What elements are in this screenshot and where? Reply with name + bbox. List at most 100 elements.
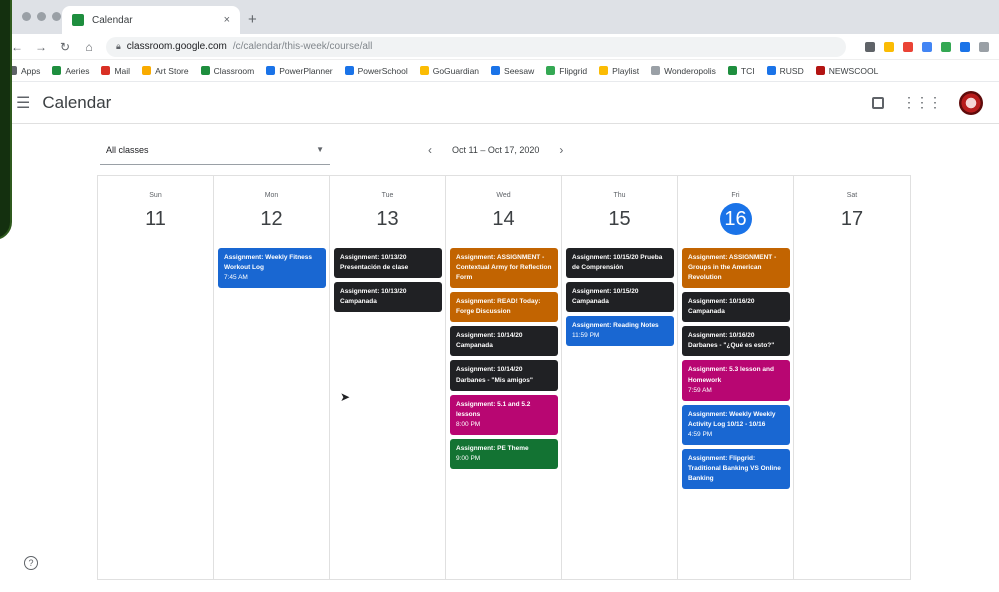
avatar[interactable] xyxy=(959,90,983,115)
event-title: Assignment: Weekly Weekly Activity Log 1… xyxy=(688,410,776,428)
assignment-event[interactable]: Assignment: 10/15/20 Campanada xyxy=(566,282,674,313)
date-number: 15 xyxy=(608,208,631,230)
assignment-event[interactable]: Assignment: 10/14/20 Campanada xyxy=(450,326,558,357)
assignment-event[interactable]: Assignment: Weekly Fitness Workout Log 7:… xyxy=(218,248,326,289)
day-column: Wed 14 Assignment: ASSIGNMENT - Contextual… xyxy=(446,176,562,579)
event-time: 4:59 PM xyxy=(688,430,713,438)
bookmark-icon xyxy=(200,66,210,75)
day-of-week: Mon xyxy=(264,192,279,199)
day-header: Fri 16 xyxy=(678,176,793,248)
assignment-event[interactable]: Assignment: 10/16/20 Darbanes - "¿Qué es… xyxy=(682,326,790,357)
url-host: classroom.google.com xyxy=(126,41,227,52)
dropdown-arrow-icon: ▼ xyxy=(316,145,324,154)
extension-icon[interactable] xyxy=(922,41,932,52)
bookmark-item[interactable]: Wonderopolis xyxy=(651,66,716,76)
minimize-window-icon[interactable] xyxy=(37,12,46,21)
assignment-event[interactable]: Assignment: Weekly Weekly Activity Log 1… xyxy=(682,404,790,445)
bookmark-icon xyxy=(727,66,737,75)
date-number: 11 xyxy=(145,208,166,230)
event-title: Assignment: 5.3 lesson and Homework xyxy=(688,366,774,384)
bookmark-item[interactable]: Seesaw xyxy=(491,66,534,76)
assignment-event[interactable]: Assignment: 5.1 and 5.2 lessons 8:00 PM xyxy=(450,394,558,435)
event-title: Assignment: 10/13/20 Presentación de cla… xyxy=(340,254,409,272)
back-icon[interactable]: ← xyxy=(10,40,24,54)
event-time: 7:59 AM xyxy=(688,386,712,394)
day-header: Wed 14 xyxy=(446,176,561,248)
bookmark-item[interactable]: Flipgrid xyxy=(546,66,587,76)
assignment-event[interactable]: Assignment: ASSIGNMENT - Groups in the A… xyxy=(682,248,790,289)
assignment-event[interactable]: Assignment: Reading Notes 11:59 PM xyxy=(566,316,674,347)
mouse-cursor-icon: ➤ xyxy=(340,390,351,404)
bookmark-item[interactable]: GoGuardian xyxy=(419,66,479,76)
bookmark-item[interactable]: Mail xyxy=(101,66,130,76)
event-title: Assignment: 10/16/20 Campanada xyxy=(688,298,755,316)
bookmark-item[interactable]: Art Store xyxy=(142,66,189,76)
event-time: 9:00 PM xyxy=(456,454,481,462)
week-range: Oct 11 – Oct 17, 2020 xyxy=(452,145,540,155)
event-title: Assignment: READ! Today: Forge Discussio… xyxy=(456,298,541,316)
extension-icon[interactable] xyxy=(941,41,951,52)
url-path: /c/calendar/this-week/course/all xyxy=(232,41,373,52)
bookmark-item[interactable]: NEWSCOOL xyxy=(815,66,878,76)
prev-week-icon[interactable]: ‹ xyxy=(428,143,432,157)
class-filter-select[interactable]: All classes ▼ xyxy=(100,135,330,165)
day-of-week: Wed xyxy=(496,192,511,199)
event-time: 11:59 PM xyxy=(572,332,600,340)
assignment-event[interactable]: Assignment: 10/13/20 Campanada xyxy=(334,282,442,313)
tab-calendar[interactable]: Calendar × xyxy=(62,6,240,34)
extension-icon[interactable] xyxy=(960,41,970,52)
menu-icon[interactable]: ☰ xyxy=(16,93,30,113)
event-time: 8:00 PM xyxy=(456,420,481,428)
bookmark-label: PowerSchool xyxy=(357,65,408,76)
calendar-icon[interactable] xyxy=(872,96,884,109)
next-week-icon[interactable]: › xyxy=(559,143,563,157)
bookmark-label: Playlist xyxy=(612,65,640,76)
maximize-window-icon[interactable] xyxy=(52,12,61,21)
puzzle-icon[interactable] xyxy=(979,41,989,52)
assignment-event[interactable]: Assignment: 10/15/20 Prueba de Comprensi… xyxy=(566,248,674,279)
reload-icon[interactable]: ↻ xyxy=(58,40,72,54)
extension-icon[interactable] xyxy=(903,41,913,52)
bookmark-star-icon[interactable] xyxy=(884,41,894,52)
date-number: 14 xyxy=(492,208,515,230)
bookmark-item[interactable]: Apps xyxy=(8,66,40,76)
forward-icon[interactable]: → xyxy=(34,40,48,54)
bookmark-item[interactable]: Aeries xyxy=(52,66,89,76)
event-title: Assignment: Weekly Fitness Workout Log xyxy=(224,254,313,272)
assignment-event[interactable]: Assignment: ASSIGNMENT - Contextual Army… xyxy=(450,248,558,289)
day-header: Sun 11 xyxy=(98,176,213,248)
day-column: Fri 16 Assignment: ASSIGNMENT - Groups in … xyxy=(678,176,794,579)
assignment-event[interactable]: Assignment: 10/14/20 Darbanes - "Mis ami… xyxy=(450,360,558,391)
close-window-icon[interactable] xyxy=(22,12,31,21)
new-tab-button[interactable]: + xyxy=(248,11,257,28)
apps-grid-icon[interactable]: ⋮⋮⋮ xyxy=(902,94,942,111)
event-title: Assignment: ASSIGNMENT - Contextual Army… xyxy=(456,254,552,282)
assignment-event[interactable]: Assignment: 10/16/20 Campanada xyxy=(682,292,790,323)
bookmark-item[interactable]: Playlist xyxy=(599,66,639,76)
close-tab-icon[interactable]: × xyxy=(224,14,230,26)
help-icon[interactable]: ? xyxy=(24,556,38,570)
assignment-event[interactable]: Assignment: READ! Today: Forge Discussio… xyxy=(450,292,558,323)
tab-strip: Calendar × + xyxy=(0,0,999,34)
bookmark-item[interactable]: PowerSchool xyxy=(344,65,408,76)
assignment-event[interactable]: Assignment: PE Theme 9:00 PM xyxy=(450,438,558,469)
day-of-week: Fri xyxy=(731,192,740,199)
home-icon[interactable]: ⌂ xyxy=(82,40,96,54)
event-title: Assignment: 10/16/20 Darbanes - "¿Qué es… xyxy=(688,332,775,350)
bookmark-item[interactable]: RUSD xyxy=(766,66,804,76)
bookmark-item[interactable]: PowerPlanner xyxy=(266,66,333,76)
bookmark-item[interactable]: Classroom xyxy=(200,66,254,76)
window-controls xyxy=(22,12,61,21)
assignment-event[interactable]: Assignment: 10/13/20 Presentación de cla… xyxy=(334,248,442,279)
assignment-event[interactable]: Assignment: Flipgrid: Traditional Bankin… xyxy=(682,448,790,489)
extension-icon[interactable] xyxy=(865,41,875,52)
assignment-event[interactable]: Assignment: 5.3 lesson and Homework 7:59 … xyxy=(682,360,790,401)
address-bar[interactable]: 🔒︎ classroom.google.com/c/calendar/this-… xyxy=(106,36,846,57)
bookmark-label: Flipgrid xyxy=(559,65,588,76)
app-header: ☰ Calendar ⋮⋮⋮ xyxy=(0,82,999,124)
date-number: 13 xyxy=(376,208,399,230)
day-header: Mon 12 xyxy=(214,176,329,248)
bookmark-item[interactable]: TCI xyxy=(727,66,755,76)
class-filter-value: All classes xyxy=(106,144,149,155)
extension-icons xyxy=(865,41,989,52)
